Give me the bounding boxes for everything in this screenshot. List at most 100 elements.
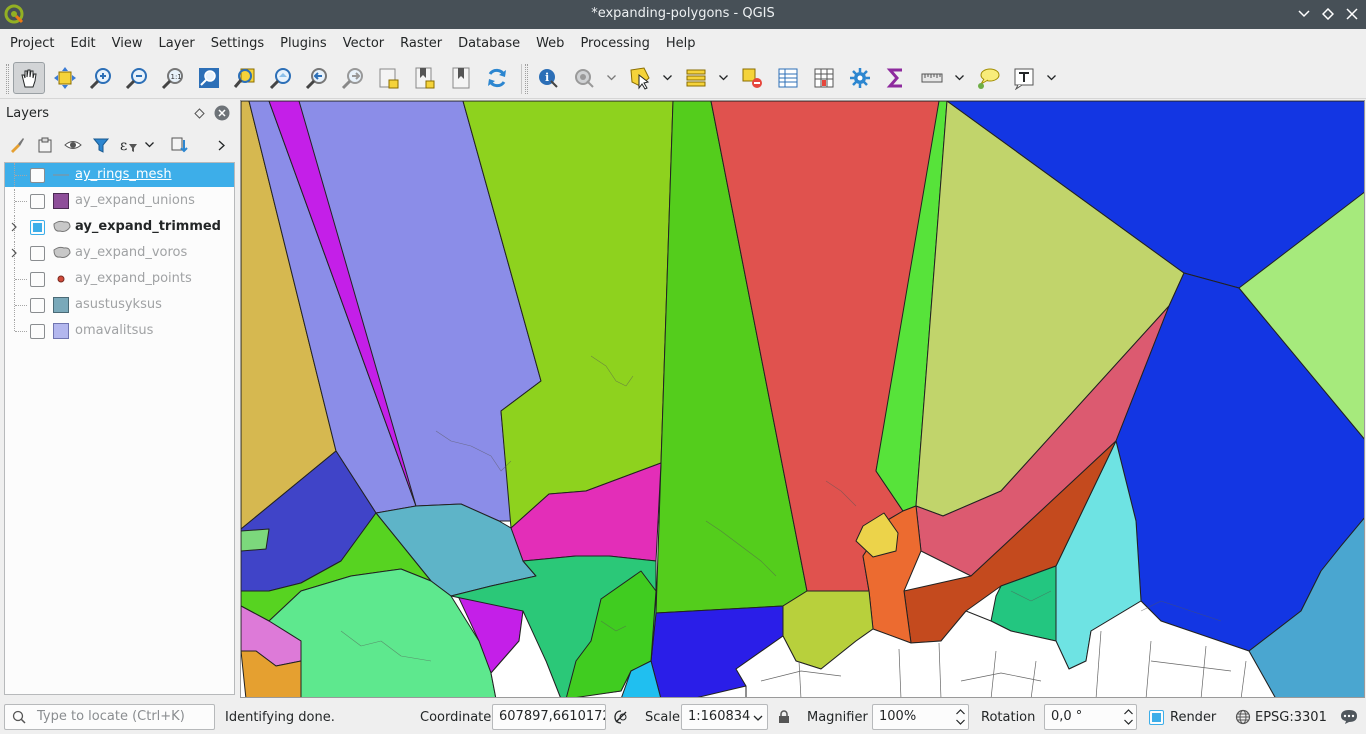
layer-visibility-checkbox[interactable] <box>30 194 45 209</box>
pan-to-selection-icon[interactable] <box>49 62 81 94</box>
minimize-icon[interactable] <box>1294 4 1314 24</box>
layer-name: ay_rings_mesh <box>75 167 172 182</box>
coordinate-field[interactable]: 607897,6610172 <box>492 704 606 730</box>
tree-line <box>15 201 27 202</box>
layer-visibility-checkbox[interactable] <box>30 220 45 235</box>
layer-visibility-checkbox[interactable] <box>30 272 45 287</box>
expand-all-icon[interactable] <box>168 134 190 156</box>
close-window-icon[interactable] <box>1342 4 1362 24</box>
style-layer-icon[interactable] <box>6 134 28 156</box>
scale-combobox[interactable]: 1:160834 <box>681 704 768 730</box>
toolbar-grip[interactable] <box>6 64 9 94</box>
rotation-spinbox[interactable]: 0,0 ° <box>1044 704 1137 730</box>
chevron-down-icon[interactable] <box>1046 71 1056 85</box>
zoom-to-layer-icon[interactable] <box>265 62 297 94</box>
attribute-table-icon[interactable] <box>772 62 804 94</box>
deselect-all-icon[interactable] <box>736 62 768 94</box>
statistics-icon[interactable] <box>880 62 912 94</box>
layer-row[interactable]: ay_expand_points <box>5 267 234 291</box>
zoom-in-icon[interactable] <box>85 62 117 94</box>
layer-row[interactable]: ay_expand_voros <box>5 241 234 265</box>
maximize-icon[interactable] <box>1318 4 1338 24</box>
measure-icon[interactable] <box>916 62 948 94</box>
new-map-view-icon[interactable] <box>373 62 405 94</box>
menu-settings[interactable]: Settings <box>203 29 272 59</box>
zoom-next-icon[interactable] <box>337 62 369 94</box>
map-tips-icon[interactable] <box>972 62 1004 94</box>
toggle-extents-icon[interactable] <box>612 708 630 726</box>
menu-edit[interactable]: Edit <box>62 29 103 59</box>
menu-help[interactable]: Help <box>658 29 704 59</box>
layer-row[interactable]: omavalitsus <box>5 319 234 343</box>
menu-raster[interactable]: Raster <box>392 29 450 59</box>
manage-visibility-icon[interactable] <box>62 134 84 156</box>
layer-row[interactable]: ay_expand_unions <box>5 189 234 213</box>
layer-visibility-checkbox[interactable] <box>30 168 45 183</box>
menu-project[interactable]: Project <box>2 29 62 59</box>
layer-row[interactable]: ay_expand_trimmed <box>5 215 234 239</box>
menu-layer[interactable]: Layer <box>151 29 203 59</box>
crs-label[interactable]: EPSG:3301 <box>1255 710 1327 725</box>
menu-vector[interactable]: Vector <box>335 29 392 59</box>
spin-down-icon[interactable] <box>955 718 965 726</box>
select-features-icon[interactable] <box>624 62 656 94</box>
magnifier-spinbox[interactable]: 100% <box>872 704 969 730</box>
refresh-icon[interactable] <box>481 62 513 94</box>
categorized-symbol-icon <box>53 219 71 235</box>
chevron-down-icon[interactable] <box>752 713 764 723</box>
layer-row[interactable]: ay_rings_mesh <box>5 163 234 187</box>
menu-web[interactable]: Web <box>528 29 572 59</box>
filter-by-expression-icon[interactable]: ε <box>118 134 140 156</box>
zoom-native-icon[interactable]: 1:1 <box>157 62 189 94</box>
filter-legend-icon[interactable] <box>90 134 112 156</box>
menu-processing[interactable]: Processing <box>572 29 657 59</box>
map-canvas[interactable] <box>240 100 1365 698</box>
tree-line <box>15 175 27 176</box>
menu-view[interactable]: View <box>104 29 151 59</box>
lock-scale-icon[interactable] <box>775 708 793 726</box>
render-checkbox[interactable] <box>1149 710 1164 725</box>
layer-visibility-checkbox[interactable] <box>30 324 45 339</box>
expand-arrow-icon[interactable] <box>9 247 19 259</box>
locator-search-input[interactable]: Type to locate (Ctrl+K) <box>4 704 215 730</box>
menu-database[interactable]: Database <box>450 29 528 59</box>
messages-icon[interactable] <box>1340 708 1358 726</box>
rotation-label: Rotation <box>981 710 1036 725</box>
layer-visibility-checkbox[interactable] <box>30 298 45 313</box>
float-panel-icon[interactable] <box>190 104 208 122</box>
chevron-right-icon[interactable] <box>210 134 232 156</box>
add-group-icon[interactable] <box>34 134 56 156</box>
spin-up-icon[interactable] <box>955 708 965 716</box>
processing-toolbox-icon[interactable] <box>844 62 876 94</box>
zoom-last-icon[interactable] <box>301 62 333 94</box>
render-label: Render <box>1170 710 1217 725</box>
locator-placeholder: Type to locate (Ctrl+K) <box>37 709 185 724</box>
zoom-out-icon[interactable] <box>121 62 153 94</box>
chevron-down-icon[interactable] <box>718 71 728 85</box>
layer-visibility-checkbox[interactable] <box>30 246 45 261</box>
identify-icon[interactable]: i <box>532 62 564 94</box>
field-calculator-icon[interactable] <box>808 62 840 94</box>
expand-arrow-icon[interactable] <box>9 221 19 233</box>
chevron-down-icon[interactable] <box>662 71 672 85</box>
zoom-full-icon[interactable] <box>193 62 225 94</box>
toolbar-grip[interactable] <box>525 64 528 94</box>
chevron-down-icon[interactable] <box>954 71 964 85</box>
spin-up-icon[interactable] <box>1123 708 1133 716</box>
text-annotation-icon[interactable] <box>1008 62 1040 94</box>
spin-down-icon[interactable] <box>1123 718 1133 726</box>
zoom-to-selection-icon[interactable] <box>229 62 261 94</box>
new-bookmark-icon[interactable] <box>409 62 441 94</box>
show-bookmarks-icon[interactable] <box>445 62 477 94</box>
select-by-value-icon[interactable] <box>680 62 712 94</box>
crs-globe-icon[interactable] <box>1234 708 1252 726</box>
pan-icon[interactable] <box>13 62 45 94</box>
menu-plugins[interactable]: Plugins <box>272 29 335 59</box>
layers-toolbar: ε <box>4 132 236 158</box>
run-action-icon[interactable] <box>568 62 600 94</box>
chevron-down-icon[interactable] <box>606 71 616 85</box>
layer-name: ay_expand_unions <box>75 193 195 208</box>
close-panel-icon[interactable] <box>213 104 231 122</box>
layer-row[interactable]: asustusyksus <box>5 293 234 317</box>
chevron-down-icon[interactable] <box>142 134 156 156</box>
